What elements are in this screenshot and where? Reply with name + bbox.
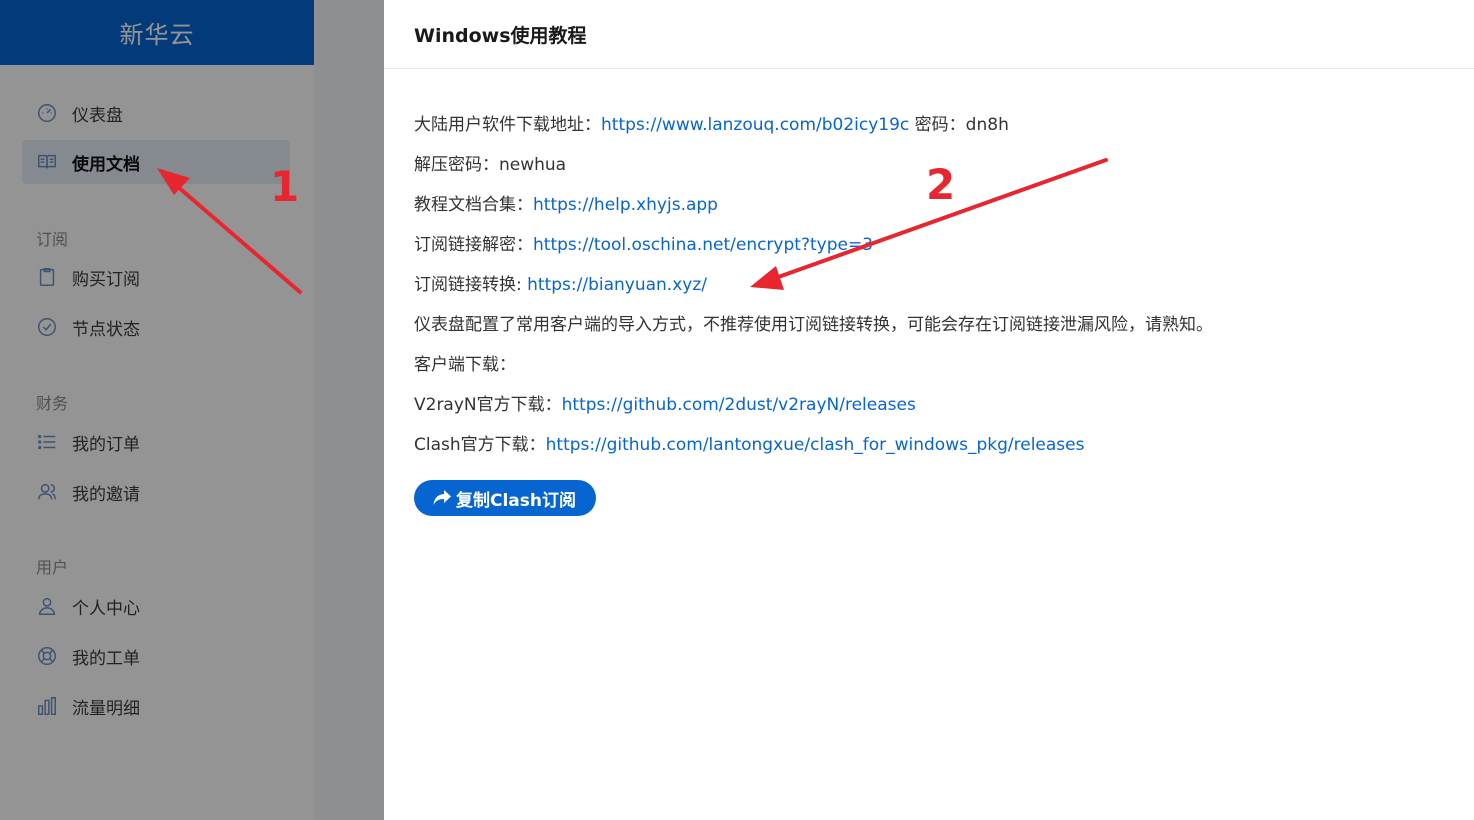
convert-link[interactable]: https://bianyuan.xyz/ — [527, 275, 707, 295]
download-line: 大陆用户软件下载地址：https://www.lanzouq.com/b02ic… — [414, 115, 1009, 135]
share-icon — [433, 490, 451, 505]
v2rayn-line: V2rayN官方下载：https://github.com/2dust/v2ra… — [414, 395, 916, 415]
drawer-body: 大陆用户软件下载地址：https://www.lanzouq.com/b02ic… — [384, 69, 1474, 516]
annotation-number-1: 1 — [270, 162, 300, 211]
download-link[interactable]: https://www.lanzouq.com/b02icy19c — [601, 115, 909, 135]
clash-line: Clash官方下载：https://github.com/lantongxue/… — [414, 435, 1085, 455]
clash-link[interactable]: https://github.com/lantongxue/clash_for_… — [546, 435, 1085, 455]
tutorial-drawer: Windows使用教程 大陆用户软件下载地址：https://www.lanzo… — [384, 0, 1474, 820]
convert-line: 订阅链接转换: https://bianyuan.xyz/ — [414, 275, 707, 295]
annotation-number-2: 2 — [926, 160, 956, 209]
client-download-heading: 客户端下载： — [414, 355, 516, 375]
v2rayn-link[interactable]: https://github.com/2dust/v2rayN/releases — [562, 395, 916, 415]
decrypt-line: 订阅链接解密：https://tool.oschina.net/encrypt?… — [414, 235, 873, 255]
notice-line: 仪表盘配置了常用客户端的导入方式，不推荐使用订阅链接转换，可能会存在订阅链接泄漏… — [414, 315, 1213, 335]
copy-clash-subscription-button[interactable]: 复制Clash订阅 — [414, 480, 596, 516]
docs-link[interactable]: https://help.xhyjs.app — [533, 195, 718, 215]
decrypt-link[interactable]: https://tool.oschina.net/encrypt?type=3 — [533, 235, 873, 255]
drawer-title: Windows使用教程 — [384, 0, 1474, 69]
